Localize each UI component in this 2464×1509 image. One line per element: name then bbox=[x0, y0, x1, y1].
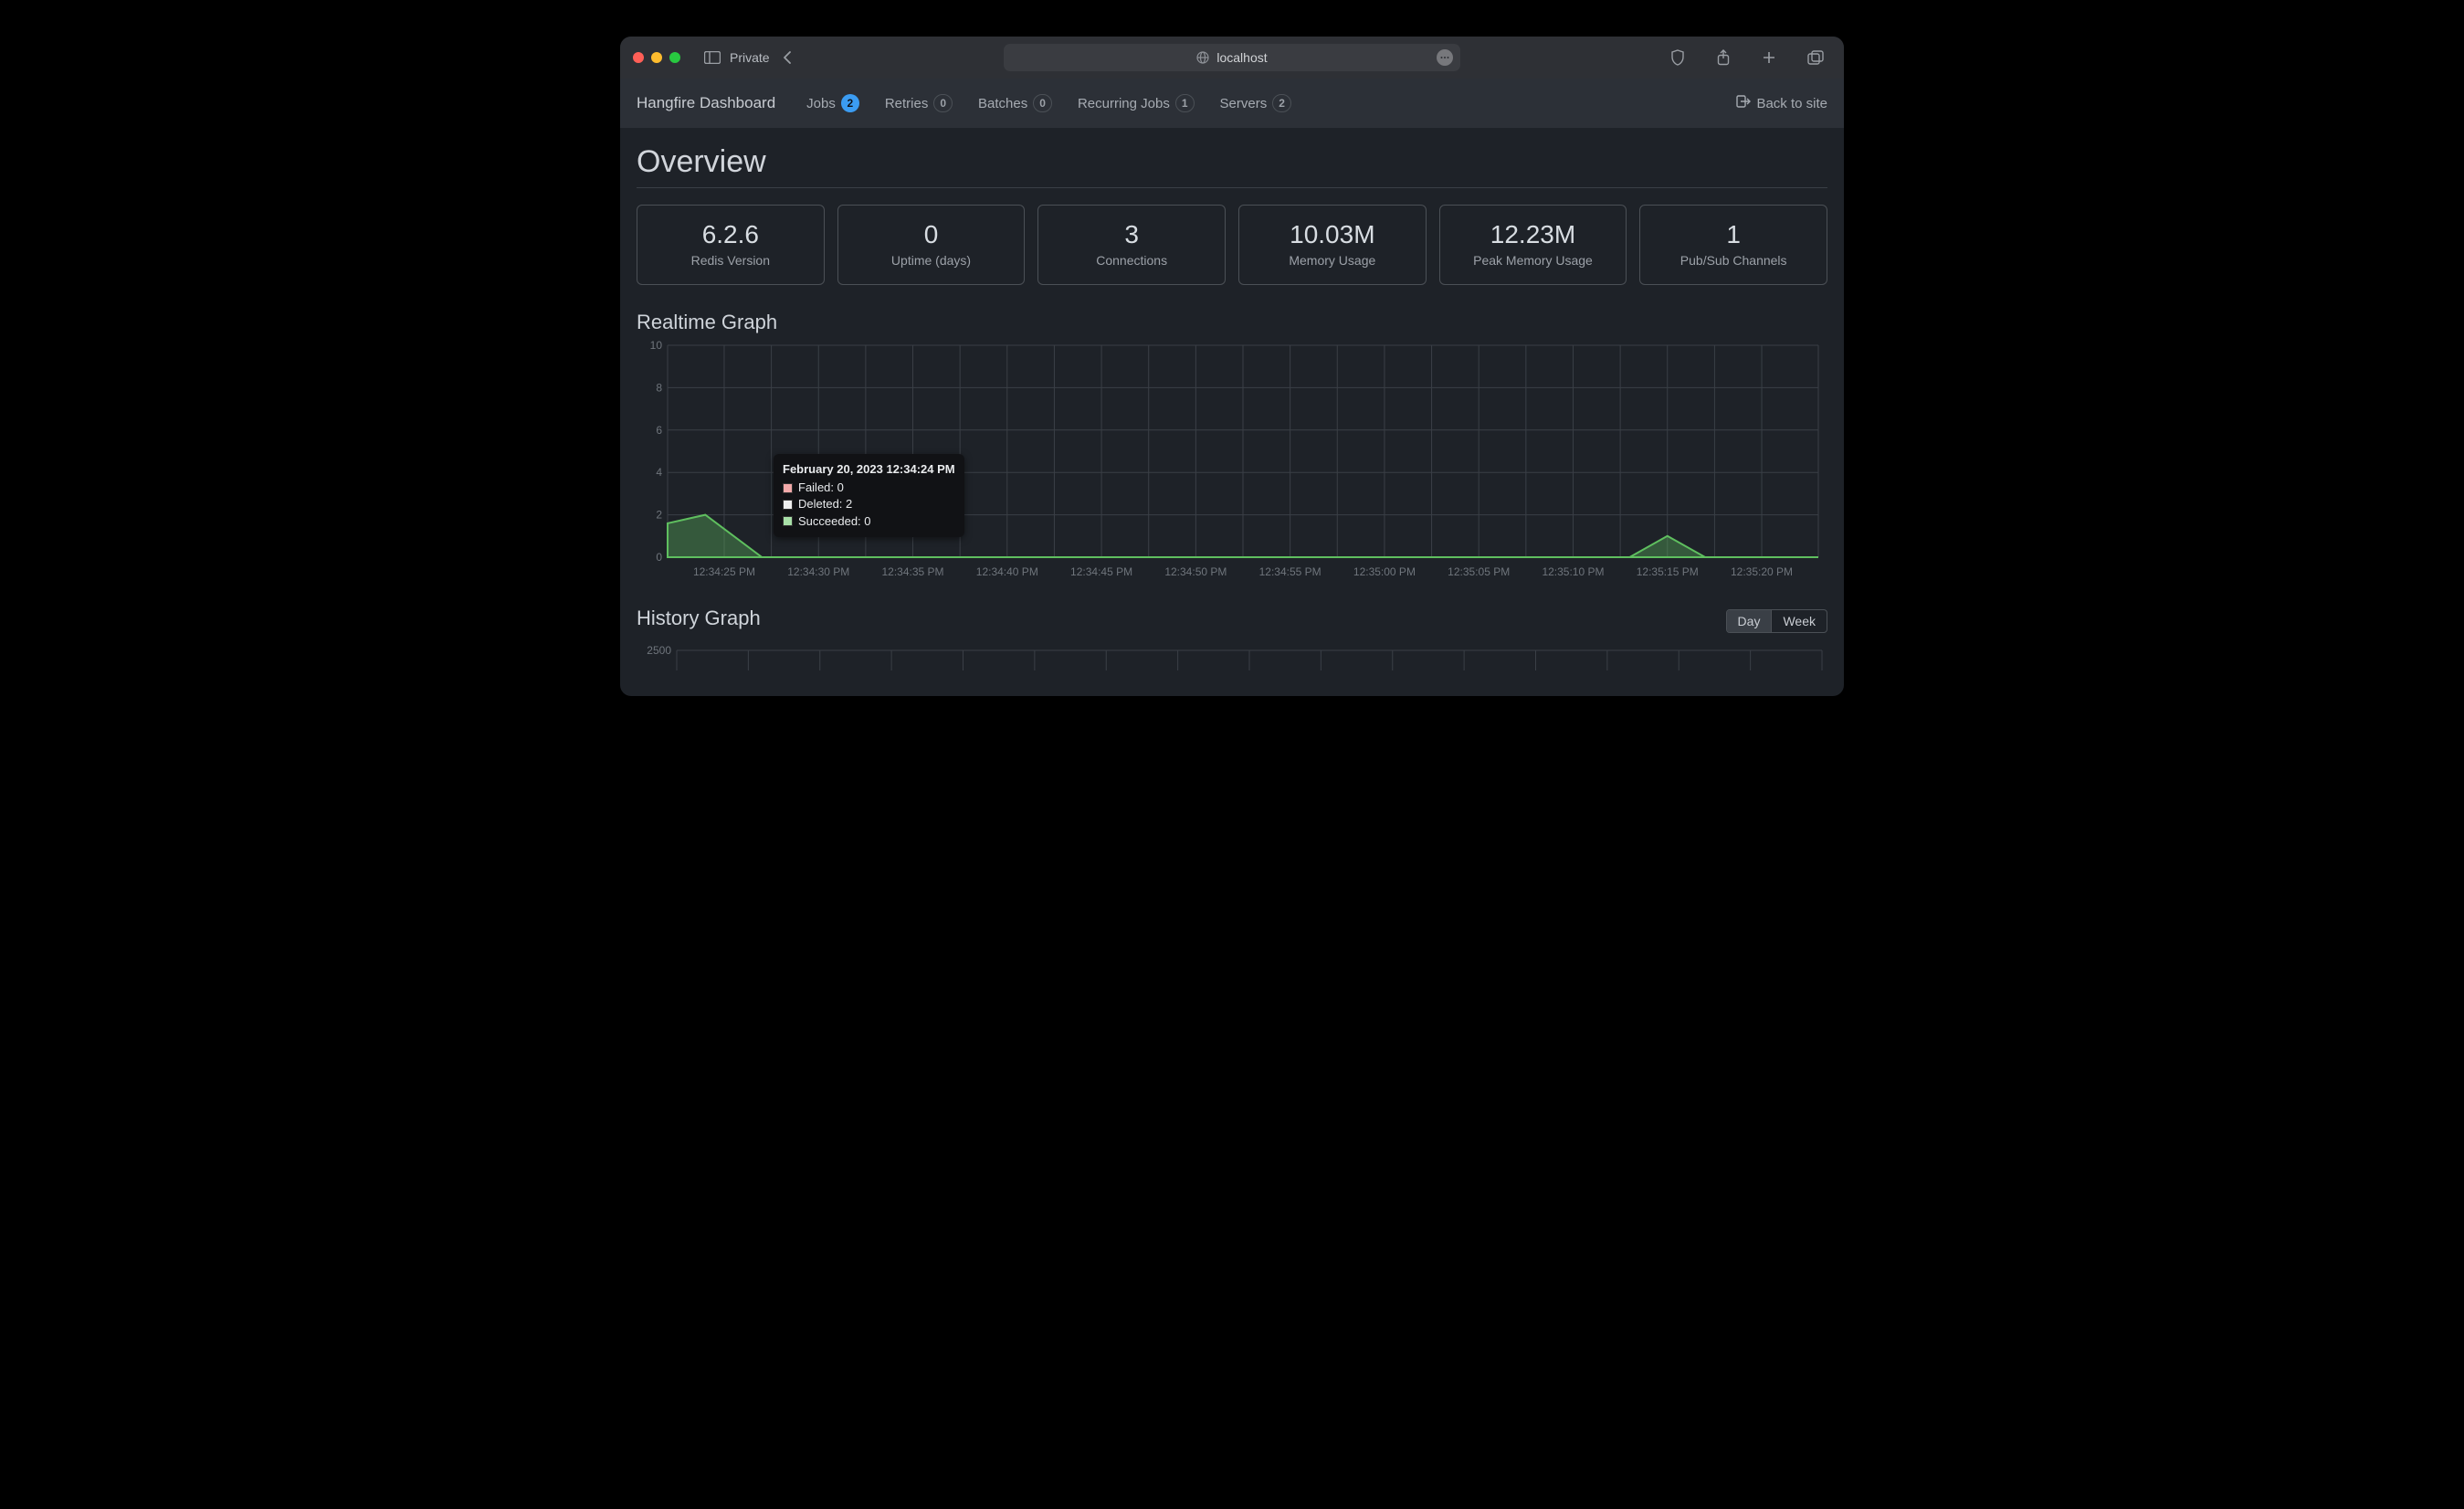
svg-text:6: 6 bbox=[656, 424, 662, 437]
chart-tooltip: February 20, 2023 12:34:24 PM Failed: 0 … bbox=[774, 454, 964, 537]
metric-label: Uptime (days) bbox=[848, 253, 1016, 268]
realtime-chart: 0 2 4 6 8 10 12:34:25 PM 12:34:30 PM 12:34:35 PM… bbox=[637, 340, 1827, 583]
metric-value: 10.03M bbox=[1248, 220, 1416, 249]
metric-value: 0 bbox=[848, 220, 1016, 249]
metric-label: Connections bbox=[1048, 253, 1216, 268]
svg-text:2500: 2500 bbox=[647, 644, 671, 657]
nav-retries-label: Retries bbox=[885, 96, 929, 111]
metric-label: Redis Version bbox=[647, 253, 815, 268]
page-content: Overview 6.2.6 Redis Version 0 Uptime (d… bbox=[620, 128, 1844, 696]
history-chart-svg: 2500 bbox=[637, 643, 1827, 670]
browser-window: Private localhost bbox=[620, 37, 1844, 696]
nav-batches[interactable]: Batches 0 bbox=[978, 94, 1052, 112]
svg-text:8: 8 bbox=[656, 381, 662, 394]
svg-text:12:34:50 PM: 12:34:50 PM bbox=[1164, 565, 1227, 578]
titlebar: Private localhost bbox=[620, 37, 1844, 79]
svg-text:12:35:00 PM: 12:35:00 PM bbox=[1353, 565, 1416, 578]
share-icon[interactable] bbox=[1709, 46, 1738, 69]
tabs-overview-icon[interactable] bbox=[1800, 47, 1831, 69]
nav-servers-badge: 2 bbox=[1272, 94, 1291, 112]
private-mode-label: Private bbox=[730, 50, 770, 65]
history-header: History Graph Day Week bbox=[637, 607, 1827, 636]
realtime-graph-title: Realtime Graph bbox=[637, 311, 1827, 334]
nav-recurring-jobs-label: Recurring Jobs bbox=[1078, 96, 1170, 111]
swatch-succeeded-icon bbox=[783, 516, 793, 526]
nav-recurring-jobs-badge: 1 bbox=[1175, 94, 1195, 112]
svg-text:12:35:10 PM: 12:35:10 PM bbox=[1542, 565, 1604, 578]
metric-label: Pub/Sub Channels bbox=[1649, 253, 1817, 268]
nav-retries-badge: 0 bbox=[933, 94, 953, 112]
tooltip-timestamp: February 20, 2023 12:34:24 PM bbox=[783, 461, 955, 478]
tooltip-failed: Failed: 0 bbox=[798, 480, 844, 496]
swatch-failed-icon bbox=[783, 483, 793, 493]
metric-label: Peak Memory Usage bbox=[1449, 253, 1617, 268]
new-tab-icon[interactable] bbox=[1754, 47, 1784, 69]
svg-text:12:34:45 PM: 12:34:45 PM bbox=[1070, 565, 1132, 578]
page-title: Overview bbox=[637, 144, 1827, 188]
metrics-row: 6.2.6 Redis Version 0 Uptime (days) 3 Co… bbox=[637, 205, 1827, 285]
metric-peak-memory: 12.23M Peak Memory Usage bbox=[1439, 205, 1627, 285]
svg-text:12:35:20 PM: 12:35:20 PM bbox=[1731, 565, 1793, 578]
history-chart: 2500 bbox=[637, 643, 1827, 670]
svg-text:0: 0 bbox=[656, 551, 662, 564]
history-range-day[interactable]: Day bbox=[1727, 610, 1772, 632]
svg-text:12:35:05 PM: 12:35:05 PM bbox=[1448, 565, 1510, 578]
metric-label: Memory Usage bbox=[1248, 253, 1416, 268]
svg-text:2: 2 bbox=[656, 509, 662, 522]
metric-uptime: 0 Uptime (days) bbox=[837, 205, 1026, 285]
svg-text:12:34:25 PM: 12:34:25 PM bbox=[693, 565, 755, 578]
address-bar[interactable]: localhost bbox=[1004, 44, 1460, 71]
back-to-site-link[interactable]: Back to site bbox=[1736, 95, 1827, 111]
history-graph-title: History Graph bbox=[637, 607, 761, 630]
svg-text:4: 4 bbox=[656, 466, 662, 479]
minimize-window-button[interactable] bbox=[651, 52, 662, 63]
reader-mode-icon[interactable] bbox=[1437, 49, 1453, 66]
traffic-lights bbox=[633, 52, 680, 63]
app-navbar: Hangfire Dashboard Jobs 2 Retries 0 Batc… bbox=[620, 79, 1844, 128]
brand-title[interactable]: Hangfire Dashboard bbox=[637, 94, 775, 112]
sidebar-toggle-icon[interactable] bbox=[697, 47, 728, 68]
tooltip-deleted: Deleted: 2 bbox=[798, 496, 852, 512]
close-window-button[interactable] bbox=[633, 52, 644, 63]
nav-jobs[interactable]: Jobs 2 bbox=[806, 94, 859, 112]
nav-servers-label: Servers bbox=[1220, 96, 1268, 111]
nav-jobs-label: Jobs bbox=[806, 96, 836, 111]
maximize-window-button[interactable] bbox=[669, 52, 680, 63]
back-to-site-label: Back to site bbox=[1756, 96, 1827, 111]
svg-text:12:34:30 PM: 12:34:30 PM bbox=[787, 565, 849, 578]
address-text: localhost bbox=[1216, 50, 1267, 65]
metric-value: 1 bbox=[1649, 220, 1817, 249]
metric-pubsub-channels: 1 Pub/Sub Channels bbox=[1639, 205, 1827, 285]
svg-text:12:34:40 PM: 12:34:40 PM bbox=[976, 565, 1038, 578]
exit-icon bbox=[1736, 95, 1751, 111]
nav-retries[interactable]: Retries 0 bbox=[885, 94, 953, 112]
shield-icon[interactable] bbox=[1663, 46, 1692, 69]
metric-value: 6.2.6 bbox=[647, 220, 815, 249]
metric-connections: 3 Connections bbox=[1037, 205, 1226, 285]
metric-value: 12.23M bbox=[1449, 220, 1617, 249]
nav-batches-label: Batches bbox=[978, 96, 1027, 111]
nav-jobs-badge: 2 bbox=[841, 94, 859, 112]
history-range-segmented: Day Week bbox=[1726, 609, 1827, 633]
back-button[interactable] bbox=[775, 47, 801, 68]
swatch-deleted-icon bbox=[783, 500, 793, 510]
nav-batches-badge: 0 bbox=[1033, 94, 1052, 112]
history-range-week[interactable]: Week bbox=[1771, 610, 1827, 632]
nav-servers[interactable]: Servers 2 bbox=[1220, 94, 1291, 112]
metric-memory-usage: 10.03M Memory Usage bbox=[1238, 205, 1427, 285]
nav-recurring-jobs[interactable]: Recurring Jobs 1 bbox=[1078, 94, 1195, 112]
svg-text:12:34:55 PM: 12:34:55 PM bbox=[1259, 565, 1322, 578]
globe-icon bbox=[1196, 51, 1209, 64]
tooltip-succeeded: Succeeded: 0 bbox=[798, 513, 871, 530]
metric-redis-version: 6.2.6 Redis Version bbox=[637, 205, 825, 285]
svg-text:12:34:35 PM: 12:34:35 PM bbox=[882, 565, 944, 578]
metric-value: 3 bbox=[1048, 220, 1216, 249]
svg-text:10: 10 bbox=[650, 340, 663, 352]
svg-text:12:35:15 PM: 12:35:15 PM bbox=[1637, 565, 1699, 578]
